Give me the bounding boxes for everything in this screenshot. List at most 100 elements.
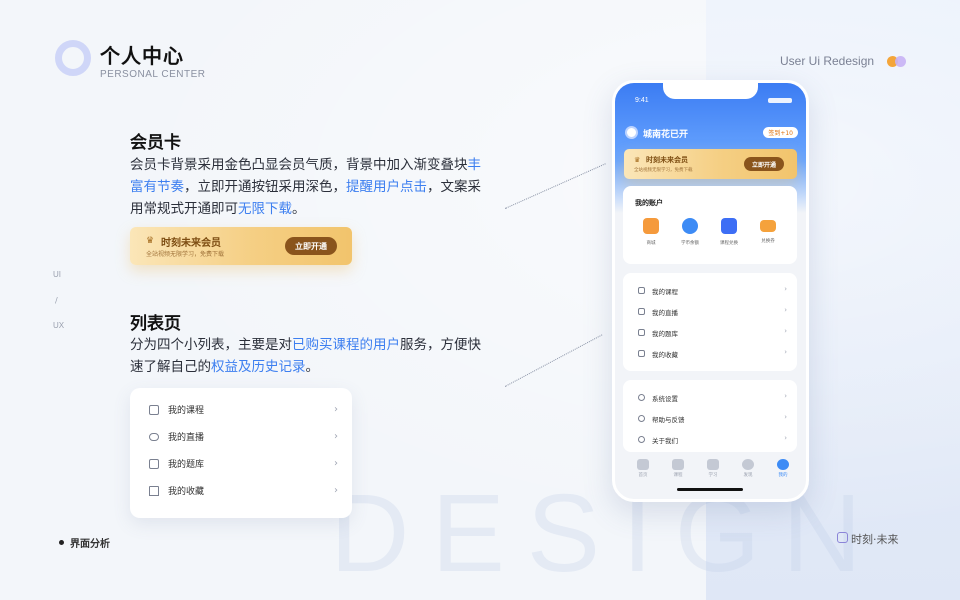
chevron-right-icon: › bbox=[784, 327, 787, 335]
list-item-question-bank[interactable]: 我的题库 › bbox=[130, 450, 352, 477]
list-item-label: 我的收藏 bbox=[168, 487, 205, 497]
side-label-ui: UI bbox=[53, 270, 61, 279]
list-item-course[interactable]: 我的课程 › bbox=[130, 396, 352, 423]
account-card: 我的账户 商城 学币余额 课程兑换 兑换券 bbox=[623, 186, 797, 264]
account-item-label: 商城 bbox=[646, 241, 656, 246]
phone-list-label: 我的课程 bbox=[652, 288, 678, 296]
chevron-right-icon: › bbox=[334, 458, 338, 469]
phone-vip-subtitle: 全站视频无限学习，免费下载 bbox=[634, 168, 693, 173]
profile-icon bbox=[777, 459, 789, 470]
study-icon bbox=[707, 459, 719, 470]
footer-brand-label: 时刻·未来 bbox=[851, 533, 899, 546]
bookmark-icon bbox=[149, 485, 159, 496]
tab-label: 首页 bbox=[638, 473, 648, 478]
phone-settings-card: 系统设置 › 帮助与反馈 › 关于我们 › bbox=[623, 380, 797, 452]
phone-vip-title: 时刻未来会员 bbox=[646, 156, 688, 164]
chevron-right-icon: › bbox=[784, 285, 787, 293]
page-subtitle: PERSONAL CENTER bbox=[100, 69, 206, 80]
purple-dot-icon bbox=[895, 56, 906, 67]
chevron-right-icon: › bbox=[334, 404, 338, 415]
account-item-exchange[interactable]: 课程兑换 bbox=[709, 218, 749, 246]
settings-label: 系统设置 bbox=[652, 395, 678, 403]
vip-card: ♛ 时刻未来会员 全站视频无限学习，免费下载 立即开通 bbox=[130, 227, 352, 265]
phone-list-card: 我的课程 › 我的直播 › 我的题库 › 我的收藏 › bbox=[623, 273, 797, 371]
account-title: 我的账户 bbox=[635, 199, 663, 207]
side-label-slash: / bbox=[55, 296, 58, 305]
course-icon bbox=[672, 459, 684, 470]
chevron-right-icon: › bbox=[334, 431, 338, 442]
tab-mine[interactable]: 我的 bbox=[771, 459, 795, 478]
tab-course[interactable]: 课程 bbox=[666, 459, 690, 478]
crown-icon: ♛ bbox=[634, 156, 641, 164]
list-item-favorites[interactable]: 我的收藏 › bbox=[130, 477, 352, 504]
book-icon bbox=[638, 287, 645, 294]
vip-card-subtitle: 全站视频无限学习，免费下载 bbox=[146, 251, 225, 258]
list-card: 我的课程 › 我的直播 › 我的题库 › 我的收藏 › bbox=[130, 388, 352, 518]
home-icon bbox=[637, 459, 649, 470]
list-item-label: 我的课程 bbox=[168, 406, 205, 416]
book-icon bbox=[149, 404, 159, 415]
phone-list-label: 我的直播 bbox=[652, 309, 678, 317]
tab-label: 我的 bbox=[778, 473, 788, 478]
phone-list-item-live[interactable]: 我的直播 › bbox=[623, 302, 797, 323]
avatar[interactable] bbox=[625, 126, 638, 139]
question-bank-icon bbox=[149, 458, 159, 469]
settings-label: 帮助与反馈 bbox=[652, 416, 685, 424]
list-item-live[interactable]: 我的直播 › bbox=[130, 423, 352, 450]
account-item-label: 课程兑换 bbox=[720, 241, 738, 246]
logo-ring-icon bbox=[55, 40, 91, 76]
coin-icon bbox=[682, 218, 698, 234]
chevron-right-icon: › bbox=[784, 413, 787, 421]
list-section-title: 列表页 bbox=[130, 314, 181, 334]
footer-dot-icon bbox=[59, 540, 64, 545]
planet-icon bbox=[742, 459, 754, 470]
tab-label: 课程 bbox=[673, 473, 683, 478]
tab-label: 学习 bbox=[708, 473, 718, 478]
member-section-desc: 会员卡背景采用金色凸显会员气质，背景中加入渐变叠块丰富有节奏，立即开通按钮采用深… bbox=[130, 157, 481, 217]
phone-vip-card: ♛ 时刻未来会员 全站视频无限学习，免费下载 立即开通 bbox=[624, 149, 797, 179]
brand-logo-icon bbox=[837, 532, 848, 543]
settings-item-help[interactable]: 帮助与反馈 › bbox=[623, 409, 797, 430]
bookmark-icon bbox=[638, 350, 645, 357]
phone-username: 城南花已开 bbox=[643, 130, 689, 140]
vip-card-title: 时刻未来会员 bbox=[161, 238, 221, 249]
tab-study[interactable]: 学习 bbox=[701, 459, 725, 478]
status-bar-icons bbox=[768, 98, 792, 103]
chevron-right-icon: › bbox=[784, 348, 787, 356]
redesign-label: User Ui Redesign bbox=[780, 54, 875, 68]
phone-notch bbox=[663, 83, 758, 99]
mall-icon bbox=[643, 218, 659, 234]
sign-in-badge[interactable]: 签到+10 bbox=[763, 127, 798, 138]
settings-item-system[interactable]: 系统设置 › bbox=[623, 388, 797, 409]
account-item-mall[interactable]: 商城 bbox=[631, 218, 671, 246]
coupon-icon bbox=[760, 220, 776, 232]
chevron-right-icon: › bbox=[784, 434, 787, 442]
crown-icon: ♛ bbox=[146, 236, 155, 246]
info-icon bbox=[638, 436, 645, 443]
exchange-arrow-icon bbox=[721, 218, 737, 234]
phone-mockup: 9:41 城南花已开 签到+10 ♛ 时刻未来会员 全站视频无限学习，免费下载 … bbox=[612, 80, 809, 502]
chevron-right-icon: › bbox=[334, 485, 338, 496]
phone-list-label: 我的题库 bbox=[652, 330, 678, 338]
live-icon bbox=[638, 308, 645, 315]
question-bank-icon bbox=[638, 329, 645, 336]
settings-label: 关于我们 bbox=[652, 437, 678, 445]
chevron-right-icon: › bbox=[784, 306, 787, 314]
tab-discover[interactable]: 发现 bbox=[736, 459, 760, 478]
chevron-right-icon: › bbox=[784, 392, 787, 400]
phone-list-item-question-bank[interactable]: 我的题库 › bbox=[623, 323, 797, 344]
vip-open-button[interactable]: 立即开通 bbox=[285, 237, 337, 255]
list-item-label: 我的直播 bbox=[168, 433, 205, 443]
settings-item-about[interactable]: 关于我们 › bbox=[623, 430, 797, 451]
side-label-ux: UX bbox=[53, 321, 65, 330]
phone-list-label: 我的收藏 bbox=[652, 351, 678, 359]
tab-home[interactable]: 首页 bbox=[631, 459, 655, 478]
phone-list-item-course[interactable]: 我的课程 › bbox=[623, 281, 797, 302]
account-item-balance[interactable]: 学币余额 bbox=[670, 218, 710, 246]
list-item-label: 我的题库 bbox=[168, 460, 205, 470]
account-item-label: 兑换券 bbox=[761, 239, 775, 244]
footer-left-label: 界面分析 bbox=[70, 539, 110, 550]
account-item-coupon[interactable]: 兑换券 bbox=[748, 218, 788, 244]
phone-vip-open-button[interactable]: 立即开通 bbox=[744, 157, 784, 171]
phone-list-item-favorites[interactable]: 我的收藏 › bbox=[623, 344, 797, 365]
